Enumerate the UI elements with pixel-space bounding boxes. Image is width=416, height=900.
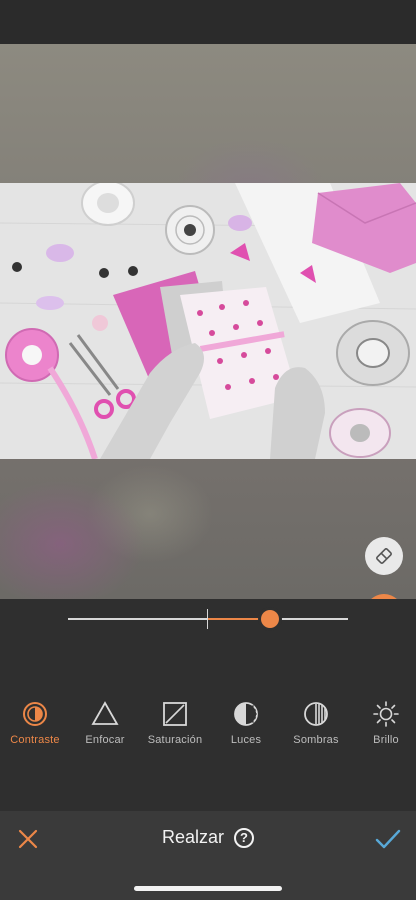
screen-title: Realzar: [161, 827, 225, 847]
highlights-icon: [232, 700, 260, 728]
photo-content: [0, 183, 416, 459]
tool-strip: Contraste Enfocar Saturación Luces Sombr…: [0, 700, 416, 750]
tool-highlights[interactable]: Luces: [206, 700, 286, 746]
saturation-square-icon: [161, 700, 189, 728]
help-icon[interactable]: ?: [234, 827, 255, 848]
compare-button[interactable]: [365, 594, 403, 599]
tool-label: Enfocar: [85, 734, 125, 746]
sharpen-triangle-icon: [91, 700, 119, 728]
tool-label: Brillo: [373, 734, 399, 746]
checkmark-icon: [375, 829, 401, 849]
tool-brightness[interactable]: Brillo: [346, 700, 416, 746]
tool-contrast[interactable]: Contraste: [0, 700, 75, 746]
edited-photo[interactable]: [0, 183, 416, 459]
confirm-button[interactable]: [374, 825, 402, 853]
tool-label: Luces: [230, 734, 262, 746]
tool-shadows[interactable]: Sombras: [276, 700, 356, 746]
tool-label: Contraste: [10, 734, 60, 746]
eraser-icon: [376, 548, 392, 564]
slider-handle[interactable]: [260, 610, 279, 628]
contrast-icon: [21, 700, 49, 728]
tool-saturation[interactable]: Saturación: [135, 700, 215, 746]
photo-canvas[interactable]: [0, 44, 416, 599]
tool-sharpen[interactable]: Enfocar: [65, 700, 145, 746]
home-indicator[interactable]: [134, 886, 282, 891]
intensity-slider[interactable]: [0, 600, 416, 640]
title-group: Realzar ?: [0, 827, 416, 848]
tool-label: Sombras: [293, 734, 339, 746]
brightness-sun-icon: [372, 700, 400, 728]
bottom-bar: Realzar ?: [0, 811, 416, 900]
status-bar: [0, 0, 416, 44]
tool-label: Saturación: [147, 734, 203, 746]
eraser-button[interactable]: [365, 537, 403, 575]
shadows-icon: [302, 700, 330, 728]
slider-center-mark: [207, 609, 208, 629]
